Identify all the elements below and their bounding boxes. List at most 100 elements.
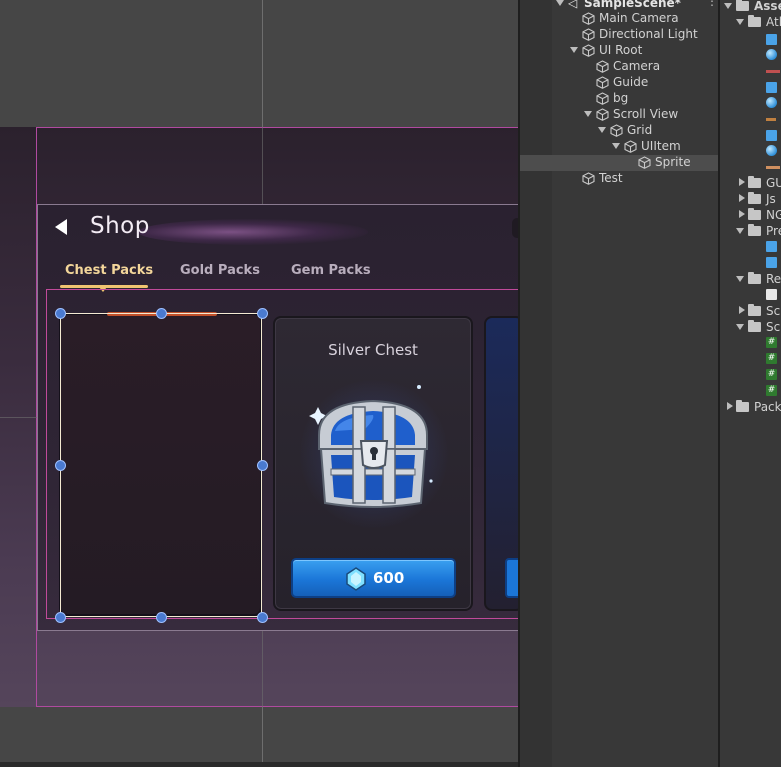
folder-icon — [748, 176, 761, 188]
gameobject-icon — [582, 28, 595, 41]
texture-icon[interactable] — [766, 166, 780, 169]
prefab-icon[interactable] — [766, 257, 777, 268]
resize-handle-top-right[interactable] — [257, 308, 268, 319]
hierarchy-item-label: Guide — [613, 75, 649, 89]
hierarchy-item-label: Test — [599, 171, 623, 185]
resize-handle-bottom[interactable] — [156, 612, 167, 623]
card-title: Silver Chest — [328, 341, 418, 359]
selection-rect[interactable] — [60, 313, 262, 617]
document-icon[interactable] — [766, 289, 777, 300]
folder-label: Sc — [766, 304, 781, 318]
prefab-icon[interactable] — [766, 82, 777, 93]
hierarchy-item[interactable]: Directional Light — [520, 27, 718, 43]
scene-bottom-border — [0, 762, 518, 767]
tab-gem-packs[interactable]: Gem Packs — [291, 263, 371, 278]
prefab-icon[interactable] — [766, 241, 777, 252]
project-panel: Asse Atl GU Js NG — [718, 0, 781, 767]
folder-open-icon — [748, 320, 761, 332]
back-arrow-icon[interactable] — [55, 219, 67, 235]
hierarchy-item-label: Directional Light — [599, 27, 698, 41]
folder-open-icon — [748, 272, 761, 284]
tab-gold-packs[interactable]: Gold Packs — [180, 263, 260, 278]
hierarchy-item[interactable]: Main Camera — [520, 11, 718, 27]
buy-button[interactable]: 600 — [291, 558, 456, 598]
folder-icon — [748, 192, 761, 204]
hierarchy-item[interactable]: bg — [520, 91, 718, 107]
gameobject-icon — [596, 76, 609, 89]
collapse-arrow-icon[interactable] — [739, 210, 745, 218]
resize-handle-left[interactable] — [55, 460, 66, 471]
collapse-arrow-icon[interactable] — [727, 402, 733, 410]
project-root-label: Asse — [754, 0, 781, 13]
expand-arrow-icon[interactable] — [556, 0, 564, 6]
gameobject-icon — [582, 12, 595, 25]
gameobject-icon — [610, 124, 623, 137]
collapse-arrow-icon[interactable] — [739, 194, 745, 202]
material-icon[interactable] — [766, 49, 777, 60]
material-icon[interactable] — [766, 97, 777, 108]
more-options-icon[interactable]: ⋮ — [706, 0, 718, 8]
hierarchy-item[interactable]: UI Root — [520, 43, 718, 59]
hierarchy-item[interactable]: Camera — [520, 59, 718, 75]
scene-name: SampleScene* — [584, 0, 681, 10]
hierarchy-item[interactable]: UIItem — [520, 139, 718, 155]
resize-handle-top-left[interactable] — [55, 308, 66, 319]
gameobject-icon — [596, 60, 609, 73]
editor-window: Shop Chest Packs Gold Packs Gem Packs Si… — [0, 0, 781, 767]
expand-arrow-icon[interactable] — [612, 143, 620, 149]
expand-arrow-icon[interactable] — [736, 324, 744, 330]
script-icon[interactable]: # — [766, 337, 777, 348]
hierarchy-item[interactable]: Sprite — [520, 155, 718, 171]
resize-handle-bottom-right[interactable] — [257, 612, 268, 623]
folder-icon — [748, 208, 761, 220]
resize-handle-right[interactable] — [257, 460, 268, 471]
expand-arrow-icon[interactable] — [724, 3, 732, 9]
gameobject-icon — [582, 44, 595, 57]
folder-label: Sc — [766, 320, 781, 334]
script-icon[interactable]: # — [766, 385, 777, 396]
resize-handle-top[interactable] — [156, 308, 167, 319]
expand-arrow-icon[interactable] — [598, 127, 606, 133]
hierarchy-item-label: UI Root — [599, 43, 643, 57]
folder-label: Js — [766, 192, 776, 206]
expand-arrow-icon[interactable] — [736, 19, 744, 25]
script-icon[interactable]: # — [766, 369, 777, 380]
hierarchy-item[interactable]: Test — [520, 171, 718, 187]
prefab-icon[interactable] — [766, 34, 777, 45]
collapse-arrow-icon[interactable] — [739, 178, 745, 186]
scene-view[interactable]: Shop Chest Packs Gold Packs Gem Packs Si… — [0, 0, 518, 767]
hierarchy-item-label: UIItem — [641, 139, 681, 153]
material-icon[interactable] — [766, 145, 777, 156]
hierarchy-item[interactable]: Grid — [520, 123, 718, 139]
buy-button-next[interactable] — [505, 558, 518, 598]
expand-arrow-icon[interactable] — [584, 111, 592, 117]
expand-arrow-icon[interactable] — [736, 228, 744, 234]
folder-label: Pack — [754, 400, 781, 414]
folder-label: Pre — [766, 224, 781, 238]
prefab-icon[interactable] — [766, 130, 777, 141]
collapse-arrow-icon[interactable] — [739, 306, 745, 314]
folder-label: GU — [766, 176, 781, 190]
hierarchy-item-label: bg — [613, 91, 629, 105]
expand-arrow-icon[interactable] — [570, 47, 578, 53]
gameobject-icon — [596, 108, 609, 121]
tab-chest-packs[interactable]: Chest Packs — [65, 263, 153, 278]
folder-open-icon — [748, 15, 761, 27]
hierarchy-item-label: Main Camera — [599, 11, 679, 25]
folder-label: Re — [766, 272, 781, 286]
header-glow — [138, 219, 368, 245]
folder-icon — [748, 304, 761, 316]
script-icon[interactable]: # — [766, 353, 777, 364]
expand-arrow-icon[interactable] — [736, 276, 744, 282]
hierarchy-panel: ◁ SampleScene* ⋮ Main Camera Directional … — [518, 0, 718, 767]
resize-handle-bottom-left[interactable] — [55, 612, 66, 623]
unity-scene-icon: ◁ — [568, 0, 578, 10]
folder-open-icon — [748, 224, 761, 236]
hierarchy-item[interactable]: Scroll View — [520, 107, 718, 123]
hierarchy-item-label: Camera — [613, 59, 661, 73]
texture-icon[interactable] — [766, 118, 776, 121]
texture-icon[interactable] — [766, 70, 780, 73]
hierarchy-item[interactable]: Guide — [520, 75, 718, 91]
hierarchy-item-label: Sprite — [655, 155, 691, 169]
folder-icon — [736, 400, 749, 412]
